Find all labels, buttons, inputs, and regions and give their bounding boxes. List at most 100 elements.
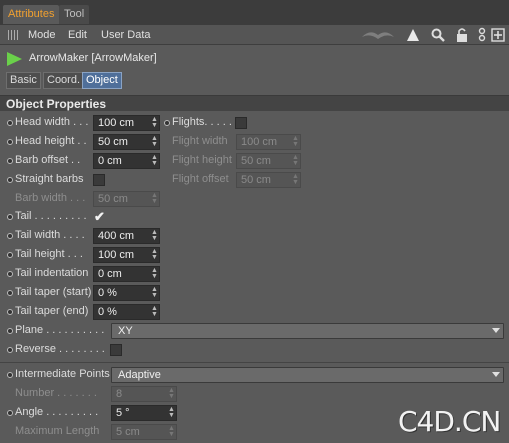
param-tail-taper-end: Tail taper (end) 0 % ▲ ▼ xyxy=(0,304,165,321)
param-reverse: Reverse . . . . . . . . xyxy=(0,342,165,359)
param-label: Tail taper (end) xyxy=(15,305,89,317)
keyframe-dot[interactable] xyxy=(7,410,13,416)
param-tail: Tail . . . . . . . . . ✔ xyxy=(0,209,165,226)
param-number: Number . . . . . . . 8 ▲ ▼ xyxy=(0,386,180,403)
keyframe-dot[interactable] xyxy=(7,347,13,353)
spinner-icon: ▲ ▼ xyxy=(292,173,299,186)
keyframe-dot[interactable] xyxy=(164,120,170,126)
spinner-icon: ▲ ▼ xyxy=(168,387,175,400)
effects-icon xyxy=(362,32,394,39)
plane-dropdown[interactable]: XY xyxy=(111,323,504,339)
field-value: 100 cm xyxy=(241,136,278,148)
param-label: Flight width xyxy=(172,135,228,147)
param-label: Flights. . . . . xyxy=(172,116,232,128)
keyframe-dot[interactable] xyxy=(7,214,13,220)
arrow-up-icon[interactable] xyxy=(407,29,419,41)
flight-offset-field: 50 cm ▲ ▼ xyxy=(236,172,301,188)
section-object-properties: Object Properties xyxy=(0,95,509,111)
link-icon[interactable] xyxy=(474,27,490,43)
keyframe-dot[interactable] xyxy=(7,271,13,277)
field-value: 5 cm xyxy=(116,426,140,438)
spinner-icon[interactable]: ▲ ▼ xyxy=(151,305,158,318)
tail-indentation-field[interactable]: 0 cm ▲ ▼ xyxy=(93,266,160,282)
param-angle: Angle . . . . . . . . . 5 ° ▲ ▼ xyxy=(0,405,180,422)
intermediate-points-dropdown[interactable]: Adaptive xyxy=(111,367,504,383)
tail-height-field[interactable]: 100 cm ▲ ▼ xyxy=(93,247,160,263)
param-tail-height: Tail height . . . 100 cm ▲ ▼ xyxy=(0,247,165,264)
head-width-field[interactable]: 100 cm ▲ ▼ xyxy=(93,115,160,131)
keyframe-dot[interactable] xyxy=(7,372,13,378)
menu-edit[interactable]: Edit xyxy=(68,28,87,42)
param-label: Angle . . . . . . . . . xyxy=(15,406,99,418)
param-label: Barb offset . . xyxy=(15,154,81,166)
keyframe-dot[interactable] xyxy=(7,120,13,126)
tab-coord[interactable]: Coord. xyxy=(43,72,85,89)
flights-checkbox[interactable] xyxy=(235,117,247,129)
keyframe-dot[interactable] xyxy=(7,252,13,258)
spinner-icon[interactable]: ▲ ▼ xyxy=(168,406,175,419)
barb-offset-field[interactable]: 0 cm ▲ ▼ xyxy=(93,153,160,169)
tab-bar: Attributes Tool xyxy=(0,0,509,25)
tab-basic[interactable]: Basic xyxy=(6,72,41,89)
param-head-height: Head height . . 50 cm ▲ ▼ xyxy=(0,134,165,151)
keyframe-dot[interactable] xyxy=(7,328,13,334)
param-label: Number . . . . . . . xyxy=(15,387,97,399)
param-flight-height: Flight height 50 cm ▲ ▼ xyxy=(157,153,317,170)
param-label: Head width . . . xyxy=(15,116,89,128)
spinner-icon[interactable]: ▲ ▼ xyxy=(151,286,158,299)
spinner-icon[interactable]: ▲ ▼ xyxy=(151,248,158,261)
keyframe-dot[interactable] xyxy=(7,309,13,315)
tab-object[interactable]: Object xyxy=(82,72,122,89)
grip-icon[interactable] xyxy=(8,30,18,40)
angle-field[interactable]: 5 ° ▲ ▼ xyxy=(111,405,177,421)
chevron-down-icon xyxy=(492,372,500,377)
menu-bar: Mode Edit User Data xyxy=(0,25,509,45)
head-height-field[interactable]: 50 cm ▲ ▼ xyxy=(93,134,160,150)
field-value: 0 cm xyxy=(98,268,122,280)
watermark-text: C4D.CN xyxy=(398,405,501,438)
checkmark-icon: ✔ xyxy=(94,209,105,224)
param-plane: Plane . . . . . . . . . . XY xyxy=(0,323,509,340)
keyframe-dot[interactable] xyxy=(7,233,13,239)
arrow-object-icon xyxy=(7,52,22,66)
param-label: Flight offset xyxy=(172,173,229,185)
spinner-icon: ▲ ▼ xyxy=(292,154,299,167)
section-title: Object Properties xyxy=(6,97,107,111)
tail-taper-end-field[interactable]: 0 % ▲ ▼ xyxy=(93,304,160,320)
tail-width-field[interactable]: 400 cm ▲ ▼ xyxy=(93,228,160,244)
tail-checkbox[interactable]: ✔ xyxy=(93,209,105,224)
param-label: Tail width . . . . xyxy=(15,229,85,241)
flight-width-field: 100 cm ▲ ▼ xyxy=(236,134,301,150)
divider xyxy=(0,362,509,363)
search-icon[interactable] xyxy=(430,27,446,43)
tab-attributes[interactable]: Attributes xyxy=(3,5,60,24)
new-panel-icon[interactable] xyxy=(490,27,506,43)
lock-icon[interactable] xyxy=(454,27,470,43)
chevron-down-icon xyxy=(492,328,500,333)
param-label: Tail taper (start) xyxy=(15,286,92,298)
reverse-checkbox[interactable] xyxy=(110,344,122,356)
menu-mode[interactable]: Mode xyxy=(28,28,56,42)
keyframe-dot[interactable] xyxy=(7,139,13,145)
menu-user-data[interactable]: User Data xyxy=(101,28,151,42)
flight-height-field: 50 cm ▲ ▼ xyxy=(236,153,301,169)
param-barb-width: Barb width . . . 50 cm ▲ ▼ xyxy=(0,191,165,208)
field-value: 0 % xyxy=(98,287,117,299)
object-title: ArrowMaker [ArrowMaker] xyxy=(29,52,157,64)
tail-taper-start-field[interactable]: 0 % ▲ ▼ xyxy=(93,285,160,301)
param-label: Intermediate Points xyxy=(15,368,110,380)
straight-barbs-checkbox[interactable] xyxy=(93,174,105,186)
keyframe-dot[interactable] xyxy=(7,177,13,183)
field-value: 0 % xyxy=(98,306,117,318)
param-label: Flight height xyxy=(172,154,232,166)
keyframe-dot[interactable] xyxy=(7,158,13,164)
spinner-icon[interactable]: ▲ ▼ xyxy=(151,229,158,242)
spinner-icon[interactable]: ▲ ▼ xyxy=(151,267,158,280)
param-barb-offset: Barb offset . . 0 cm ▲ ▼ xyxy=(0,153,165,170)
tab-tool[interactable]: Tool xyxy=(59,5,90,24)
spinner-icon: ▲ ▼ xyxy=(168,425,175,438)
param-label: Reverse . . . . . . . . xyxy=(15,343,105,355)
param-tail-indentation: Tail indentation 0 cm ▲ ▼ xyxy=(0,266,165,283)
keyframe-dot[interactable] xyxy=(7,290,13,296)
dropdown-value: Adaptive xyxy=(118,369,161,381)
